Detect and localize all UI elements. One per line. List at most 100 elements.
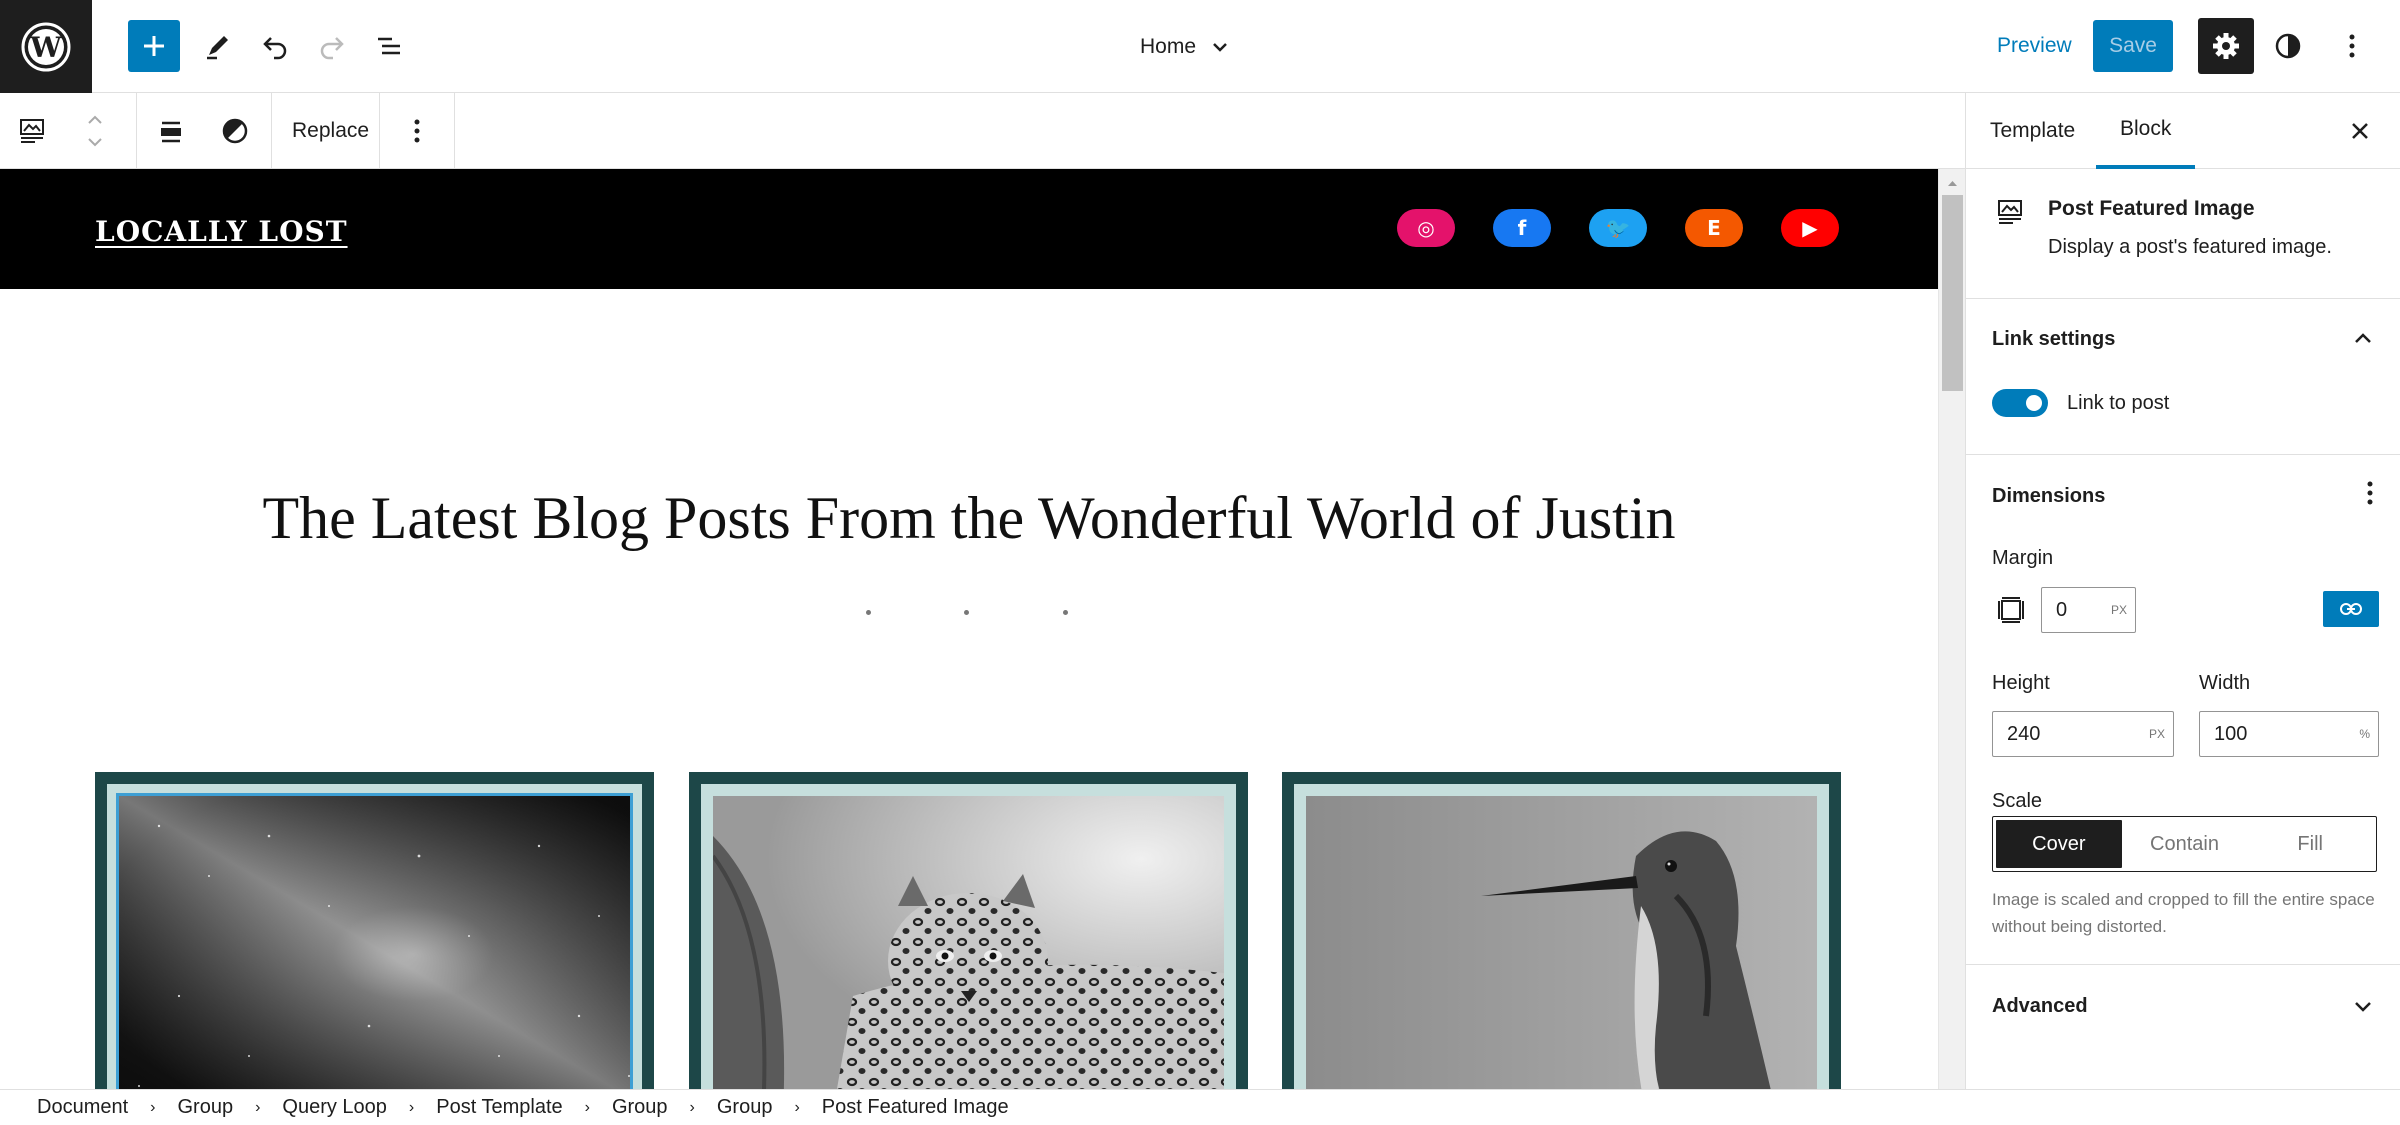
sidebar-tabs: Template Block: [1966, 93, 2400, 169]
card-mat: [107, 784, 642, 1089]
chevron-up-icon[interactable]: [85, 112, 105, 126]
pencil-icon: [207, 36, 228, 60]
breadcrumb-item[interactable]: Group: [177, 1096, 233, 1119]
chevron-down-icon: [2355, 1002, 2371, 1012]
width-label: Width: [2199, 672, 2251, 694]
block-switcher-group: [0, 93, 137, 169]
post-featured-image-leopard[interactable]: [713, 796, 1224, 1089]
social-link-youtube[interactable]: ▶: [1781, 209, 1839, 247]
margin-label: Margin: [1992, 547, 2054, 569]
wordpress-icon: W: [21, 22, 71, 71]
link-settings-toggle-header[interactable]: Link settings: [1966, 299, 2400, 379]
breadcrumb-separator-icon: ›: [689, 1098, 695, 1116]
hero-heading[interactable]: The Latest Blog Posts From the Wonderful…: [0, 484, 1938, 553]
scale-option-contain[interactable]: Contain: [2122, 820, 2248, 868]
breadcrumb-item[interactable]: Group: [717, 1096, 773, 1119]
block-type-button[interactable]: [0, 116, 65, 146]
social-link-twitter[interactable]: 🐦: [1589, 209, 1647, 247]
replace-group: Replace: [272, 93, 380, 169]
breadcrumb-separator-icon: ›: [408, 1098, 415, 1116]
link-icon: [2340, 603, 2362, 615]
dimensions-heading: Dimensions: [1992, 485, 2106, 507]
chevron-down-icon: [1213, 43, 1227, 52]
close-sidebar-button[interactable]: [2340, 111, 2380, 151]
gear-icon: [2213, 33, 2239, 59]
more-vertical-icon: [2349, 34, 2355, 58]
block-options-button[interactable]: [380, 93, 455, 169]
document-title: Home: [1140, 35, 1197, 58]
breadcrumb-item[interactable]: Post Template: [436, 1096, 562, 1119]
scale-option-fill[interactable]: Fill: [2247, 820, 2373, 868]
link-sides-button[interactable]: [2323, 591, 2379, 627]
card-mat: [701, 784, 1236, 1089]
site-title[interactable]: LOCALLY LOST: [95, 215, 348, 248]
post-card[interactable]: [95, 772, 654, 1089]
duotone-button[interactable]: [205, 117, 265, 145]
undo-button[interactable]: [249, 20, 301, 72]
chevron-down-icon[interactable]: [85, 136, 105, 150]
social-link-facebook[interactable]: f: [1493, 209, 1551, 247]
twitter-icon: 🐦: [1605, 216, 1631, 240]
block-card-title: Post Featured Image: [2048, 197, 2255, 220]
align-center-icon: [161, 121, 181, 143]
block-card-description: Display a post's featured image.: [2048, 236, 2332, 258]
redo-button[interactable]: [306, 20, 358, 72]
post-featured-image-kingfisher[interactable]: [1306, 796, 1817, 1089]
breadcrumb-separator-icon: ›: [150, 1098, 156, 1116]
breadcrumb-item[interactable]: Post Featured Image: [822, 1096, 1009, 1119]
styles-button[interactable]: [2262, 20, 2314, 72]
settings-sidebar: Template Block Post Featured Image Displ…: [1965, 93, 2400, 1089]
list-view-button[interactable]: [363, 20, 415, 72]
galaxy-image: [119, 796, 630, 1089]
post-card[interactable]: [1282, 772, 1841, 1089]
separator-dot: [1063, 610, 1068, 615]
facebook-icon: f: [1517, 216, 1527, 240]
width-input[interactable]: 100 %: [2199, 711, 2379, 757]
height-value: 240: [2007, 722, 2041, 745]
document-title-dropdown[interactable]: Home: [1140, 24, 1230, 70]
social-link-instagram[interactable]: ◎: [1397, 209, 1455, 247]
tab-block[interactable]: Block: [2096, 93, 2196, 169]
scale-segmented-control: Cover Contain Fill: [1992, 816, 2377, 872]
margin-input[interactable]: 0 PX: [2041, 587, 2136, 633]
wordpress-logo-button[interactable]: W: [0, 0, 92, 93]
edit-tool-button[interactable]: [192, 20, 244, 72]
svg-text:W: W: [29, 31, 62, 64]
redo-icon: [320, 37, 344, 60]
editor-header: W Home Preview Save: [0, 0, 2400, 93]
instagram-icon: ◎: [1417, 216, 1435, 240]
settings-button[interactable]: [2198, 18, 2254, 74]
replace-button[interactable]: Replace: [272, 119, 389, 143]
link-to-post-toggle[interactable]: [1992, 389, 2048, 417]
list-view-icon: [378, 37, 400, 55]
box-sides-icon[interactable]: [1996, 595, 2026, 625]
align-button[interactable]: [137, 117, 205, 145]
block-breadcrumb: Document › Group › Query Loop › Post Template ›…: [0, 1089, 2400, 1125]
half-circle-icon: [2275, 33, 2301, 59]
save-button[interactable]: Save: [2093, 20, 2173, 72]
canvas-scrollbar[interactable]: [1938, 169, 1965, 1089]
social-link-etsy[interactable]: E: [1685, 209, 1743, 247]
breadcrumb-item[interactable]: Group: [612, 1096, 668, 1119]
tab-template[interactable]: Template: [1966, 93, 2099, 169]
height-input[interactable]: 240 PX: [1992, 711, 2174, 757]
post-card[interactable]: [689, 772, 1248, 1089]
etsy-icon: E: [1707, 216, 1721, 240]
advanced-panel[interactable]: Advanced: [1966, 965, 2400, 1045]
margin-unit: PX: [2110, 603, 2127, 617]
breadcrumb-item[interactable]: Document: [37, 1096, 128, 1119]
scroll-thumb[interactable]: [1942, 195, 1963, 391]
site-editor: W Home Preview Save Replace LOCALLY LOST…: [0, 0, 2400, 1125]
more-vertical-icon[interactable]: [2358, 479, 2382, 507]
scroll-up-arrow-icon[interactable]: [1939, 173, 1966, 193]
post-featured-image-galaxy[interactable]: [116, 793, 633, 1089]
options-menu-button[interactable]: [2326, 20, 2378, 72]
breadcrumb-item[interactable]: Query Loop: [282, 1096, 387, 1119]
scale-option-cover[interactable]: Cover: [1996, 820, 2122, 868]
editor-canvas[interactable]: LOCALLY LOST ◎ f 🐦 E ▶ The Latest Blog Posts…: [0, 169, 1938, 1089]
preview-button[interactable]: Preview: [1985, 20, 2084, 72]
block-inserter-button[interactable]: [128, 20, 180, 72]
close-icon: [2352, 123, 2368, 139]
featured-image-icon: [1998, 200, 2022, 224]
breadcrumb-separator-icon: ›: [255, 1098, 261, 1116]
